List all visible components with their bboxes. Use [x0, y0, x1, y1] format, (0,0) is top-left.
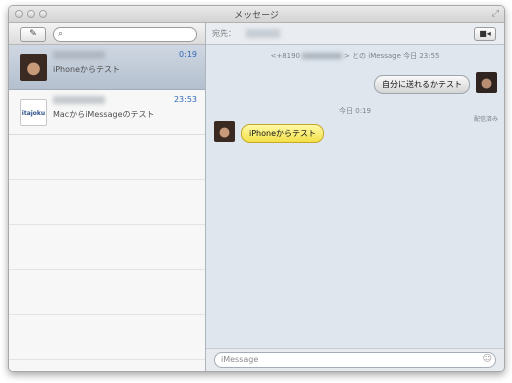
message-input[interactable]: iMessage ☺ — [214, 352, 496, 368]
conversation-item-2[interactable]: itajoku 23:53 MacからiMessageのテスト — [9, 90, 205, 135]
empty-row — [9, 135, 205, 180]
empty-row — [9, 225, 205, 270]
conversation-time: 0:19 — [179, 50, 197, 59]
empty-row — [9, 315, 205, 360]
conversation-time: 23:53 — [173, 95, 197, 104]
conversation-preview: iPhoneからテスト — [53, 65, 121, 74]
title-bar: メッセージ ⤢ — [9, 6, 504, 23]
info-prefix: <+8190 — [270, 52, 301, 60]
recipient-redacted[interactable] — [246, 29, 280, 38]
sender-avatar — [476, 72, 497, 93]
search-input[interactable]: ⌕ — [53, 27, 197, 42]
contact-name-redacted — [53, 51, 105, 59]
conversation-preview: MacからiMessageのテスト — [53, 110, 155, 119]
compose-button[interactable]: ✎ — [20, 27, 46, 42]
compose-icon: ✎ — [29, 29, 37, 39]
date-label: 今日 0:19 — [339, 107, 371, 115]
empty-row — [9, 270, 205, 315]
to-label: 宛先： — [212, 29, 236, 38]
video-camera-icon: ■◂ — [479, 29, 491, 38]
emoji-icon[interactable]: ☺ — [483, 354, 492, 364]
conversation-item-1[interactable]: 0:19 iPhoneからテスト — [9, 45, 205, 90]
window-title: メッセージ — [234, 11, 279, 21]
message-bubble-sent: 自分に送れるかテスト — [374, 75, 470, 94]
input-bar: iMessage ☺ — [206, 348, 504, 371]
fullscreen-icon[interactable]: ⤢ — [492, 9, 499, 19]
conversation-pane: 宛先： ■◂ <+8190 > との iMessage 今日 23:55 自分に送… — [206, 23, 504, 371]
info-suffix: > との iMessage 今日 23:55 — [344, 52, 440, 60]
search-icon: ⌕ — [58, 29, 64, 39]
conversation-sidebar: ✎ ⌕ 0:19 iPhoneからテスト itajoku 23:53 Macから… — [9, 23, 206, 371]
message-bubble-received: iPhoneからテスト — [241, 124, 325, 143]
phone-redacted — [302, 53, 343, 59]
message-input-placeholder: iMessage — [221, 355, 259, 364]
sidebar-toolbar: ✎ ⌕ — [9, 23, 205, 45]
facetime-button[interactable]: ■◂ — [474, 27, 496, 41]
messages-window: メッセージ ⤢ ✎ ⌕ 0:19 iPhoneからテスト itajoku 23:… — [8, 5, 505, 372]
recipient-bar: 宛先： ■◂ — [206, 23, 504, 45]
empty-row — [9, 180, 205, 225]
contact-avatar — [214, 121, 235, 142]
avatar — [20, 54, 47, 81]
conversation-info: <+8190 > との iMessage 今日 23:55 — [206, 51, 504, 61]
avatar: itajoku — [20, 99, 47, 126]
contact-name-redacted — [53, 96, 105, 104]
